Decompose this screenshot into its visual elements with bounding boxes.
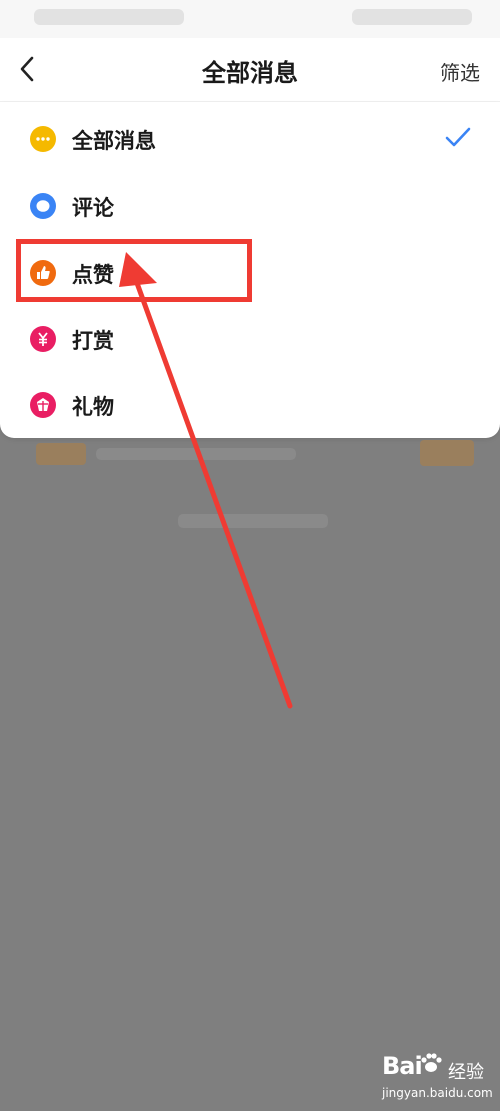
blurred-thumbnail <box>420 440 474 466</box>
filter-button[interactable]: 筛选 <box>440 57 480 86</box>
comment-icon <box>30 193 56 219</box>
menu-item-all-messages[interactable]: 全部消息 <box>0 105 500 172</box>
menu-item-label: 礼物 <box>72 395 114 419</box>
menu-item-tips[interactable]: 打赏 <box>0 305 500 372</box>
thumbs-up-icon <box>30 260 56 286</box>
menu-item-label: 评论 <box>72 196 114 220</box>
header: 全部消息 筛选 <box>0 38 500 102</box>
dimmed-background-content <box>0 438 500 1111</box>
watermark-brand: Bai <box>382 1052 423 1080</box>
watermark-brand-suffix: 经验 <box>448 1062 484 1083</box>
menu-item-label: 打赏 <box>72 329 114 353</box>
page-title: 全部消息 <box>202 59 298 87</box>
blurred-text-line <box>96 448 296 460</box>
menu-item-label: 点赞 <box>72 263 114 287</box>
blurred-avatar <box>36 443 86 465</box>
checkmark-icon <box>444 125 472 149</box>
menu-item-gifts[interactable]: 礼物 <box>0 371 500 438</box>
status-right-blurred <box>352 9 472 25</box>
menu-item-likes[interactable]: 点赞 <box>0 239 500 306</box>
status-bar <box>0 0 500 38</box>
message-type-menu: 全部消息 评论 点赞 打赏 礼物 <box>0 102 500 438</box>
watermark-url: jingyan.baidu.com <box>382 1086 493 1100</box>
yuan-icon <box>30 326 56 352</box>
gift-icon <box>30 392 56 418</box>
paw-icon <box>418 1050 444 1076</box>
menu-item-label: 全部消息 <box>72 129 156 153</box>
menu-item-comments[interactable]: 评论 <box>0 172 500 239</box>
status-left-blurred <box>34 9 184 25</box>
chat-bubble-icon <box>30 126 56 152</box>
blurred-text-line <box>178 514 328 528</box>
baidu-jingyan-watermark: Bai 经验 jingyan.baidu.com <box>378 1052 498 1108</box>
